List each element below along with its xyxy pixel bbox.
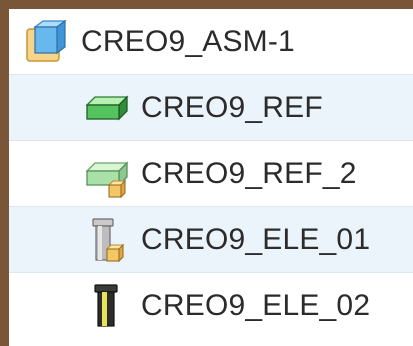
part-icon [81, 83, 131, 133]
tree-node-part[interactable]: CREO9_REF [9, 75, 413, 141]
tree-node-label: CREO9_ELE_01 [141, 222, 371, 256]
tree-node-pin-subassembly[interactable]: CREO9_ELE_01 [9, 207, 413, 273]
pin-part-icon [81, 281, 131, 331]
part-subassembly-icon [81, 149, 131, 199]
tree-node-part-subassembly[interactable]: CREO9_REF_2 [9, 141, 413, 207]
tree-node-label: CREO9_REF [141, 90, 323, 124]
model-tree: CREO9_ASM-1 CREO9_REF CREO9_REF_2 CREO9_… [9, 9, 413, 339]
model-tree-panel: CREO9_ASM-1 CREO9_REF CREO9_REF_2 CREO9_… [9, 9, 413, 346]
tree-node-label: CREO9_ELE_02 [141, 289, 371, 322]
tree-node-pin-part[interactable]: CREO9_ELE_02 [9, 273, 413, 339]
pin-subassembly-icon [81, 215, 131, 265]
tree-node-root-assembly[interactable]: CREO9_ASM-1 [9, 9, 413, 75]
tree-node-label: CREO9_REF_2 [141, 156, 357, 190]
assembly-icon [21, 17, 71, 67]
tree-node-label: CREO9_ASM-1 [81, 24, 295, 58]
